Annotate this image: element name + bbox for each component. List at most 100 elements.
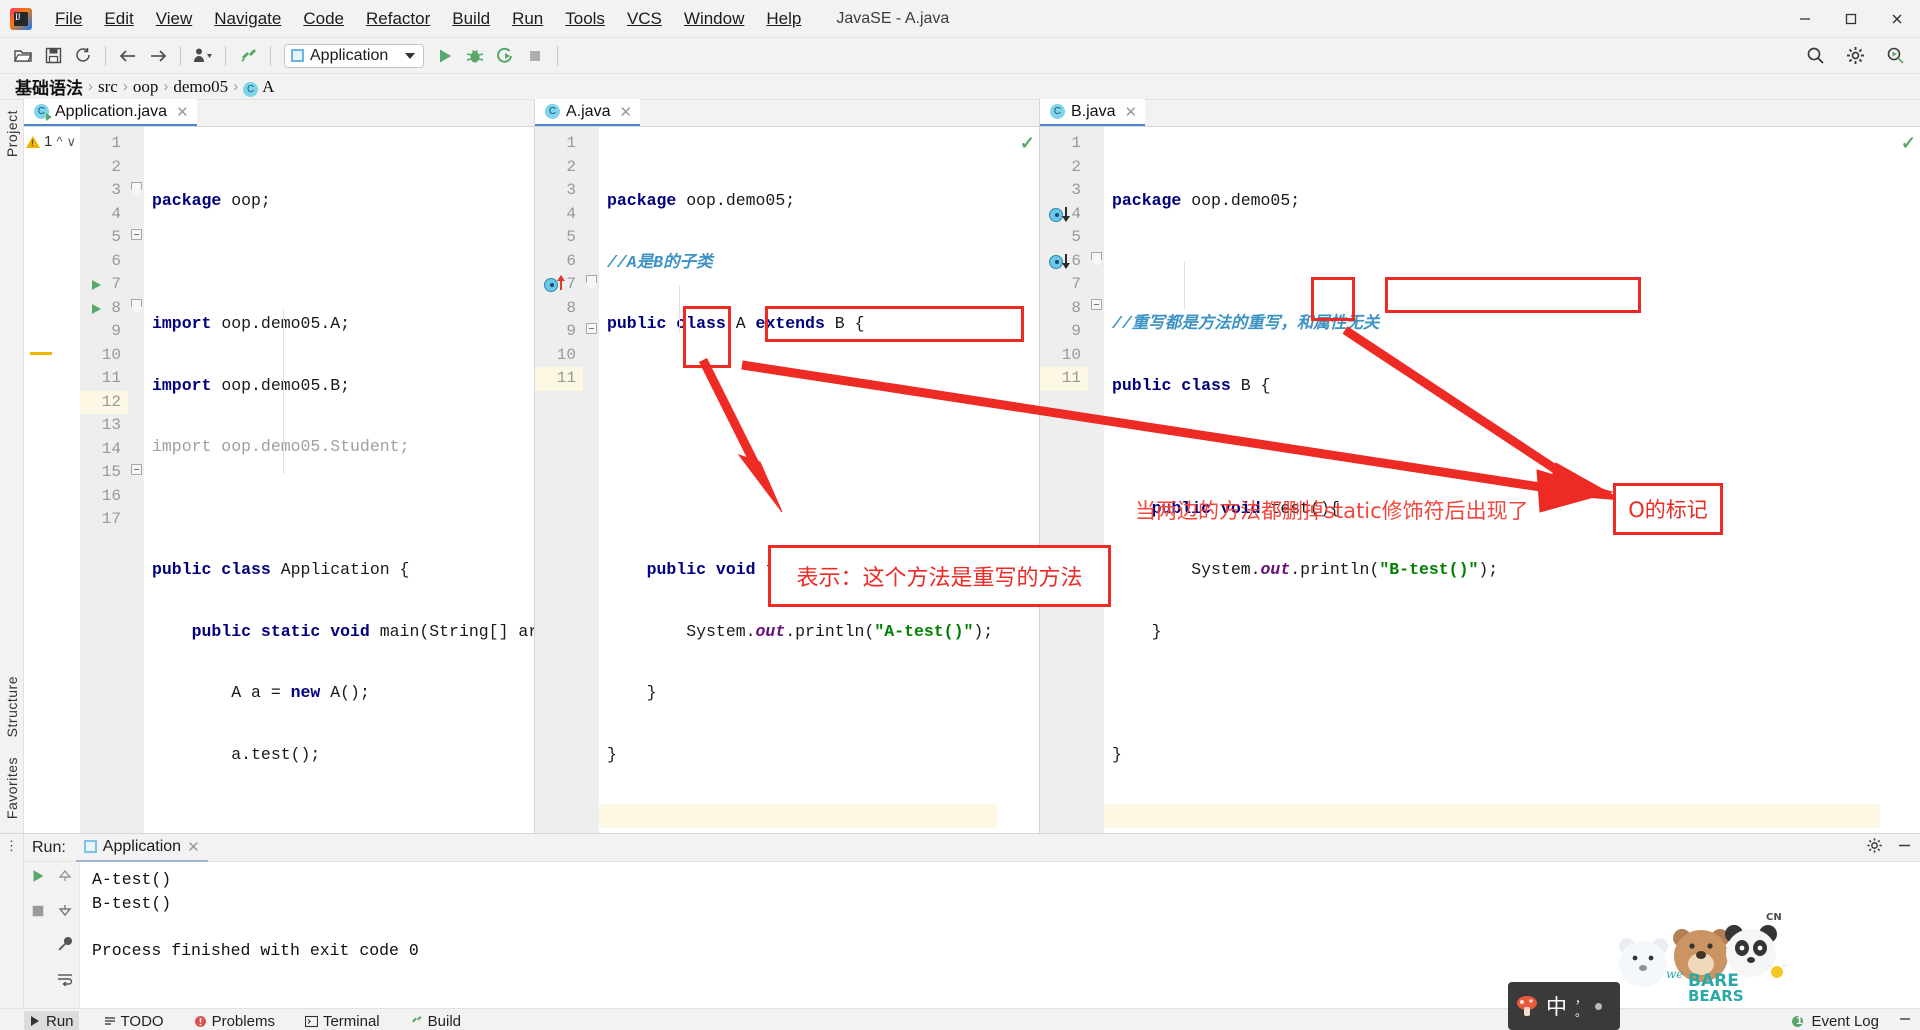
scroll-up-icon[interactable] xyxy=(58,868,72,888)
fold-marker-method-end[interactable] xyxy=(1091,299,1102,310)
tool-button-run[interactable]: Run xyxy=(24,1010,79,1030)
menu-navigate[interactable]: Navigate xyxy=(203,5,292,33)
line-number: 17 xyxy=(101,510,121,528)
stop-icon[interactable] xyxy=(521,43,549,69)
run-anything-icon[interactable] xyxy=(1881,43,1909,69)
close-icon[interactable]: ✕ xyxy=(1124,103,1137,121)
gutter-mid[interactable]: 1 2 3 4 5 6 7 8 9 10 11 xyxy=(535,127,583,833)
debug-icon[interactable] xyxy=(461,43,489,69)
sync-icon[interactable] xyxy=(69,43,97,69)
code-content-left[interactable]: package oop; import oop.demo05.A; import… xyxy=(144,127,534,833)
breadcrumb-item-project[interactable]: 基础语法 xyxy=(10,74,88,99)
menu-tools[interactable]: Tools xyxy=(554,5,616,33)
close-icon[interactable]: ✕ xyxy=(187,838,200,856)
fold-marker-method-end[interactable] xyxy=(131,464,142,475)
minimize-button[interactable] xyxy=(1782,0,1828,38)
code-content-mid[interactable]: package oop.demo05; //A是B的子类 public clas… xyxy=(599,127,997,833)
build-hammer-icon[interactable] xyxy=(234,43,262,69)
tab-a-java[interactable]: C A.java ✕ xyxy=(535,99,641,126)
fold-marker-imports[interactable] xyxy=(131,182,143,196)
overriding-class-icon[interactable] xyxy=(1040,203,1088,227)
settings-gear-icon[interactable] xyxy=(1841,43,1869,69)
code-content-right[interactable]: package oop.demo05; //重写都是方法的重写，和属性无关 pu… xyxy=(1104,127,1880,833)
menu-refactor[interactable]: Refactor xyxy=(355,5,441,33)
menu-edit[interactable]: Edit xyxy=(93,5,144,33)
fold-marker-imports-end[interactable] xyxy=(131,229,142,240)
code-line: package oop.demo05; xyxy=(607,191,796,210)
overriding-method-icon[interactable] xyxy=(1040,250,1088,274)
event-log-button[interactable]: 1 Event Log xyxy=(1787,1011,1884,1030)
run-tab-application[interactable]: Application ✕ xyxy=(75,834,208,862)
menu-view[interactable]: View xyxy=(145,5,204,33)
warning-count-group[interactable]: 1 ^ ∨ xyxy=(26,133,76,150)
gutter-right[interactable]: 1 2 3 4 5 6 7 8 9 10 11 xyxy=(1040,127,1088,833)
forward-arrow-icon[interactable] xyxy=(144,43,172,69)
chevron-up-icon[interactable]: ^ xyxy=(56,134,62,149)
run-icon[interactable] xyxy=(431,43,459,69)
breadcrumb-item-oop[interactable]: oop xyxy=(128,77,164,97)
fold-marker-method[interactable] xyxy=(586,275,598,289)
rerun-icon[interactable] xyxy=(30,868,46,889)
back-arrow-icon[interactable] xyxy=(114,43,142,69)
no-errors-indicator[interactable]: ✓ xyxy=(1020,133,1035,154)
run-configuration-selector[interactable]: Application xyxy=(284,43,424,68)
sidebar-item-structure[interactable]: Structure xyxy=(4,672,20,741)
close-icon[interactable]: ✕ xyxy=(619,103,632,121)
soft-wrap-icon[interactable] xyxy=(57,971,73,991)
code-line: public static void main(String[] args) { xyxy=(191,621,534,641)
breadcrumb-item-src[interactable]: src xyxy=(93,77,123,97)
gutter-left[interactable]: 1 2 3 4 5 6 7 8 9 10 11 12 13 14 15 16 1… xyxy=(80,127,128,833)
no-errors-indicator[interactable]: ✓ xyxy=(1901,133,1916,154)
vcs-update-icon[interactable] xyxy=(189,43,217,69)
tab-application-java[interactable]: C Application.java ✕ xyxy=(24,99,197,126)
fold-marker-method[interactable] xyxy=(131,299,143,313)
line-number: 12 xyxy=(80,390,128,414)
tool-button-todo[interactable]: TODO xyxy=(99,1011,169,1030)
fold-column-mid xyxy=(583,127,599,833)
minimize-icon[interactable] xyxy=(1897,838,1912,858)
breadcrumb-item-demo05[interactable]: demo05 xyxy=(168,77,233,97)
menu-vcs[interactable]: VCS xyxy=(616,5,673,33)
sidebar-item-favorites[interactable]: Favorites xyxy=(4,753,20,823)
wrench-icon[interactable] xyxy=(57,936,73,957)
line-number: 10 xyxy=(101,345,121,364)
chevron-down-icon[interactable]: ∨ xyxy=(66,134,76,150)
fold-marker-method-end[interactable] xyxy=(586,323,597,334)
menu-window[interactable]: Window xyxy=(673,5,755,33)
ime-indicator[interactable]: 中 ， 。 xyxy=(1508,982,1620,1030)
open-folder-icon[interactable] xyxy=(9,43,37,69)
hide-icon[interactable] xyxy=(1898,1012,1912,1030)
tool-button-build[interactable]: Build xyxy=(405,1011,466,1030)
line-number: 8 xyxy=(1071,298,1081,317)
menu-build[interactable]: Build xyxy=(441,5,501,33)
scroll-down-icon[interactable] xyxy=(58,902,72,922)
close-icon[interactable]: ✕ xyxy=(176,103,189,121)
menu-run[interactable]: Run xyxy=(501,5,554,33)
intellij-logo-icon: IJ xyxy=(10,7,32,30)
overridden-method-icon[interactable] xyxy=(535,273,583,297)
menu-help[interactable]: Help xyxy=(755,5,812,33)
fold-marker-method[interactable] xyxy=(1091,252,1103,266)
editor-a-java: C A.java ✕ 1 2 3 4 5 6 7 8 9 10 11 packa… xyxy=(535,99,1040,833)
intellij-idea-window: IJ File Edit View Navigate Code Refactor… xyxy=(0,0,1920,1030)
save-icon[interactable] xyxy=(39,43,67,69)
tab-b-java[interactable]: C B.java ✕ xyxy=(1040,99,1146,126)
run-with-coverage-icon[interactable] xyxy=(491,43,519,69)
tab-label: A.java xyxy=(566,102,611,120)
console-output[interactable]: A-test() B-test() Process finished with … xyxy=(80,862,1920,1008)
menu-file[interactable]: File xyxy=(44,5,93,33)
stop-icon[interactable] xyxy=(31,903,45,923)
run-method-gutter-icon[interactable] xyxy=(92,303,101,314)
menu-code[interactable]: Code xyxy=(292,5,355,33)
sidebar-item-project[interactable]: Project xyxy=(4,106,20,161)
tool-button-problems[interactable]: Problems xyxy=(189,1011,280,1030)
tool-button-label: Problems xyxy=(211,1012,275,1030)
breadcrumb-item-class-a[interactable]: CA xyxy=(238,77,279,97)
tool-button-terminal[interactable]: Terminal xyxy=(300,1011,385,1030)
run-class-gutter-icon[interactable] xyxy=(92,280,101,290)
line-number: 9 xyxy=(111,322,121,340)
settings-gear-icon[interactable] xyxy=(1866,837,1883,859)
search-everywhere-icon[interactable] xyxy=(1801,43,1829,69)
maximize-button[interactable] xyxy=(1828,0,1874,38)
close-button[interactable] xyxy=(1874,0,1920,38)
